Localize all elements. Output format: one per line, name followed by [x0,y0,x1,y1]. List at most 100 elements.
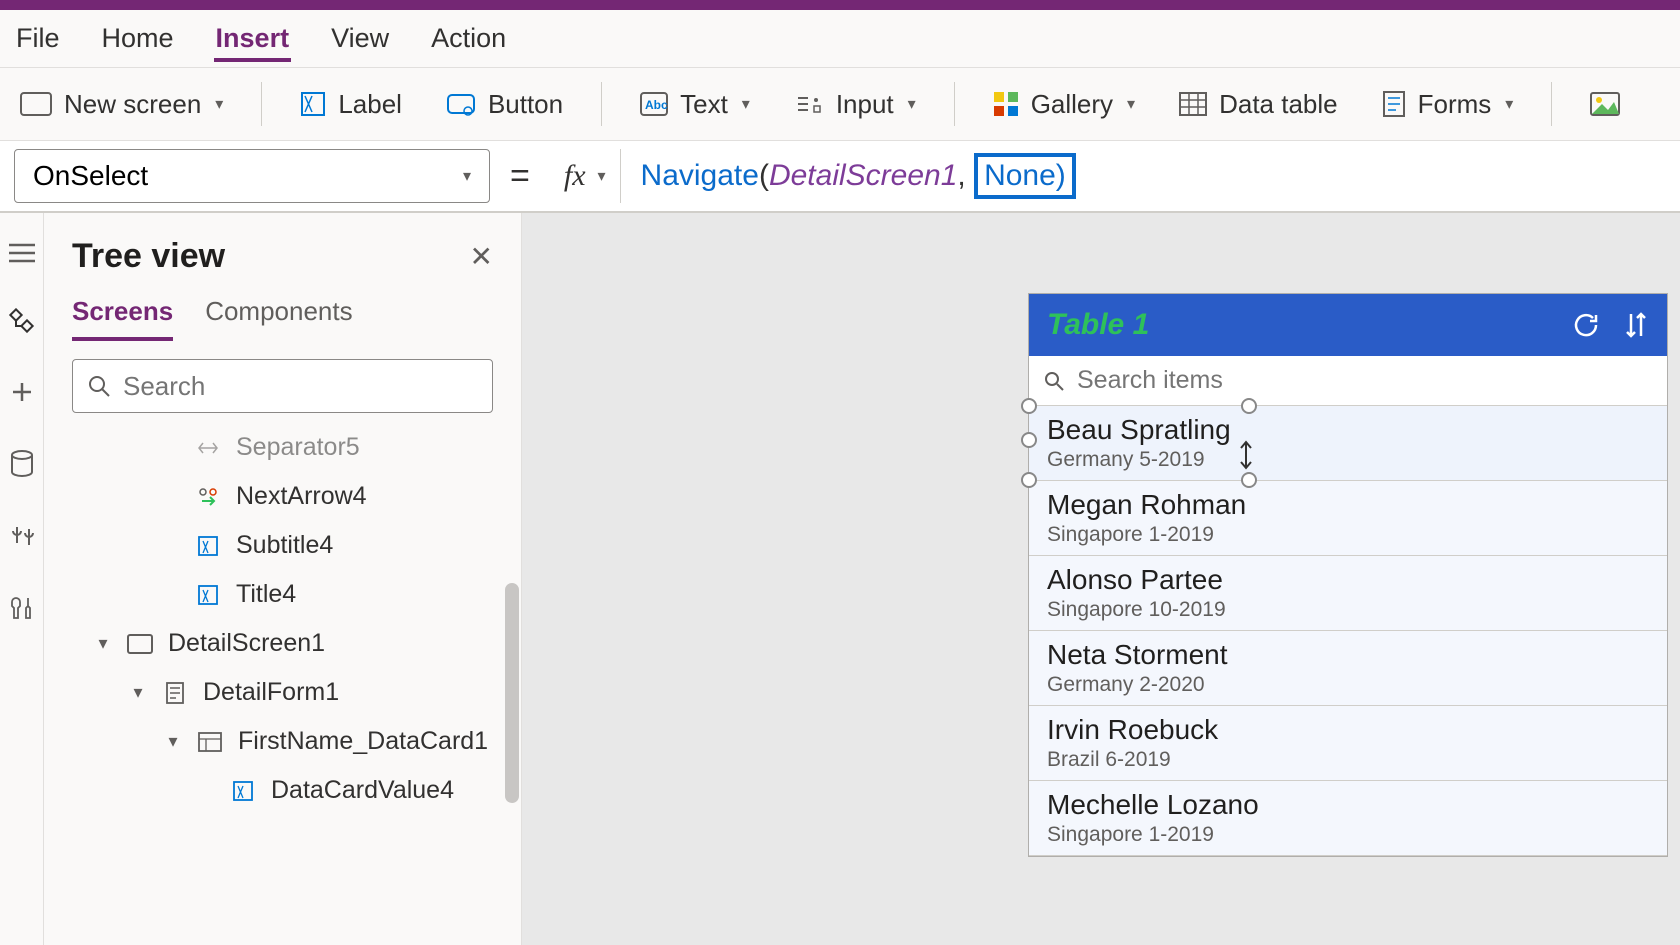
hamburger-icon[interactable] [9,243,35,268]
tree-search-input[interactable] [123,371,478,402]
list-item[interactable]: Irvin Roebuck Brazil 6-2019 [1029,706,1667,781]
tree-item-subtitle4[interactable]: Subtitle4 [44,521,521,570]
button-icon [446,91,476,117]
menu-view[interactable]: View [329,15,391,62]
text-button[interactable]: Abc Text ▾ [630,83,760,126]
chevron-down-icon[interactable]: ▾ [94,633,112,654]
chevron-down-icon[interactable]: ▾ [129,682,147,703]
divider [954,82,955,126]
gallery-button[interactable]: Gallery ▾ [983,83,1145,126]
menu-insert[interactable]: Insert [214,15,292,62]
selection-handle[interactable] [1241,398,1257,414]
label-icon [300,91,326,117]
tree-item-nextarrow4[interactable]: NextArrow4 [44,472,521,521]
item-subtitle: Singapore 10-2019 [1047,598,1649,622]
property-dropdown[interactable]: OnSelect ▾ [14,149,490,203]
divider [1551,82,1552,126]
app-search-input[interactable] [1077,366,1653,395]
close-icon[interactable]: ✕ [470,240,493,273]
chevron-down-icon: ▾ [908,94,916,114]
item-title: Neta Storment [1047,639,1649,671]
tree-item-detailform1[interactable]: ▾ DetailForm1 [44,668,521,717]
tree-item-label: DetailForm1 [203,678,339,707]
media-rail-icon[interactable] [9,523,35,554]
tree-item-label: Title4 [236,580,296,609]
canvas[interactable]: Table 1 Beau Spratling Germany 5-2019 [522,213,1680,945]
left-rail [0,213,44,945]
datatable-btn-label: Data table [1219,89,1338,120]
main-area: Tree view ✕ Screens Components Separator… [0,213,1680,945]
new-screen-button[interactable]: New screen ▾ [10,83,233,126]
forms-button[interactable]: Forms ▾ [1372,83,1524,126]
input-icon [794,92,824,116]
input-btn-label: Input [836,89,894,120]
tree-item-separator5[interactable]: Separator5 [44,423,521,472]
equals-sign: = [510,157,530,196]
chevron-down-icon[interactable]: ▾ [164,731,182,752]
list-item[interactable]: Megan Rohman Singapore 1-2019 [1029,481,1667,556]
tree-item-label: Subtitle4 [236,531,333,560]
chevron-down-icon: ▾ [1127,94,1135,114]
tree-view-icon[interactable] [9,308,35,339]
selection-handle[interactable] [1241,472,1257,488]
menu-file[interactable]: File [14,15,62,62]
list-item[interactable]: Neta Storment Germany 2-2020 [1029,631,1667,706]
tab-screens[interactable]: Screens [72,296,173,341]
media-button[interactable] [1580,86,1630,122]
menu-home[interactable]: Home [100,15,176,62]
chevron-down-icon: ▾ [1505,94,1513,114]
formula-bar: OnSelect ▾ = fx ▾ Navigate(DetailScreen1… [0,141,1680,213]
selection-handle[interactable] [1021,472,1037,488]
selection-handle[interactable] [1021,398,1037,414]
scrollbar-thumb[interactable] [505,583,519,803]
datatable-icon [1179,92,1207,116]
chevron-down-icon: ▾ [598,166,606,186]
menu-bar: File Home Insert View Action [0,10,1680,68]
insert-icon[interactable] [9,379,35,410]
textlabel-icon [229,777,257,805]
menu-action[interactable]: Action [429,15,508,62]
tree-search-box[interactable] [72,359,493,413]
tree-item-label: DetailScreen1 [168,629,325,658]
window-titlebar [0,0,1680,10]
item-title: Mechelle Lozano [1047,789,1649,821]
list-item[interactable]: Mechelle Lozano Singapore 1-2019 [1029,781,1667,856]
new-screen-label: New screen [64,89,201,120]
tools-icon[interactable] [10,594,34,627]
tree-item-firstname-datacard[interactable]: ▾ FirstName_DataCard1 [44,717,521,766]
item-subtitle: Germany 2-2020 [1047,673,1649,697]
fx-button[interactable]: fx ▾ [550,149,621,203]
svg-text:Abc: Abc [645,98,668,112]
item-subtitle: Singapore 1-2019 [1047,823,1649,847]
list-item[interactable]: Alonso Partee Singapore 10-2019 [1029,556,1667,631]
tab-components[interactable]: Components [205,296,352,341]
item-subtitle: Brazil 6-2019 [1047,748,1649,772]
formula-token-arg2-selected: None) [974,153,1076,199]
forms-btn-label: Forms [1418,89,1492,120]
text-btn-label: Text [680,89,728,120]
divider [601,82,602,126]
tree-item-label: NextArrow4 [236,482,367,511]
selection-handle[interactable] [1021,432,1037,448]
label-button[interactable]: Label [290,83,412,126]
tree-item-label: FirstName_DataCard1 [238,727,488,756]
app-search-row [1029,356,1667,406]
input-button[interactable]: Input ▾ [784,83,926,126]
item-title: Irvin Roebuck [1047,714,1649,746]
sort-icon[interactable] [1623,310,1649,340]
refresh-icon[interactable] [1571,310,1601,340]
list-item[interactable]: Beau Spratling Germany 5-2019 [1029,406,1667,481]
data-icon[interactable] [10,450,34,483]
item-title: Beau Spratling [1047,414,1649,446]
tree-item-datacardvalue4[interactable]: DataCardValue4 [44,766,521,815]
formula-input[interactable]: Navigate(DetailScreen1, None) [641,153,1076,199]
tree-item-detailscreen1[interactable]: ▾ DetailScreen1 [44,619,521,668]
search-icon [1043,370,1065,392]
tree-item-title4[interactable]: Title4 [44,570,521,619]
screen-icon [126,630,154,658]
textlabel-icon [194,532,222,560]
gallery-btn-label: Gallery [1031,89,1113,120]
datatable-button[interactable]: Data table [1169,83,1348,126]
button-button[interactable]: Button [436,83,573,126]
media-icon [1590,92,1620,116]
